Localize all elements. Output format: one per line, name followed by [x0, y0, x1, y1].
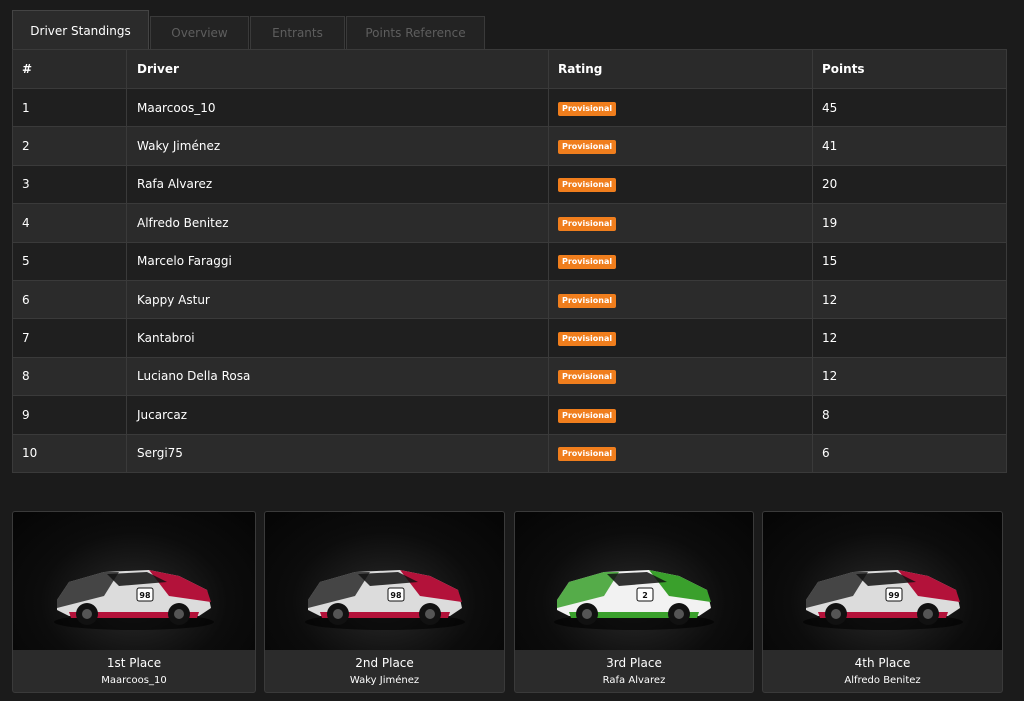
row-driver[interactable]: Marcelo Faraggi	[126, 242, 549, 281]
row-pos: 6	[12, 280, 127, 320]
podium-driver-name: Rafa Alvarez	[602, 675, 666, 686]
row-points: 12	[812, 318, 1007, 358]
rating-badge: Provisional	[558, 293, 617, 308]
race-car-icon: 98	[49, 552, 219, 636]
row-driver[interactable]: Kantabroi	[126, 318, 549, 358]
row-rating: Provisional	[548, 434, 813, 473]
podium-car-image: 2	[515, 512, 753, 650]
table-header-row: # Driver Rating Points	[12, 49, 1007, 89]
table-row[interactable]: 8 Luciano Della Rosa Provisional 12	[12, 357, 1007, 397]
row-driver[interactable]: Alfredo Benitez	[126, 203, 549, 243]
race-car-icon: 2	[549, 552, 719, 636]
rating-badge: Provisional	[558, 140, 617, 155]
row-pos: 9	[12, 395, 127, 435]
row-driver[interactable]: Jucarcaz	[126, 395, 549, 435]
row-rating: Provisional	[548, 165, 813, 205]
header-pos[interactable]: #	[12, 49, 127, 89]
row-rating: Provisional	[548, 242, 813, 281]
rating-badge: Provisional	[558, 178, 617, 193]
podium-place: 1st Place	[106, 656, 162, 670]
row-pos: 5	[12, 242, 127, 281]
rating-badge: Provisional	[558, 101, 617, 116]
podium-driver-name: Alfredo Benitez	[844, 675, 921, 686]
row-driver[interactable]: Luciano Della Rosa	[126, 357, 549, 397]
svg-text:98: 98	[390, 591, 402, 600]
row-rating: Provisional	[548, 88, 813, 128]
header-rating[interactable]: Rating	[548, 49, 813, 89]
tab-driver-standings[interactable]: Driver Standings	[12, 10, 149, 50]
podium-caption: 3rd Place Rafa Alvarez	[515, 650, 753, 692]
standings-table: # Driver Rating Points 1 Maarcoos_10 Provi…	[12, 49, 1007, 473]
podium-card[interactable]: 99 4th Place Alfredo Benitez	[762, 511, 1003, 693]
row-pos: 2	[12, 126, 127, 166]
row-points: 12	[812, 280, 1007, 320]
race-car-icon: 99	[798, 552, 968, 636]
row-pos: 4	[12, 203, 127, 243]
row-rating: Provisional	[548, 318, 813, 358]
row-rating: Provisional	[548, 395, 813, 435]
tab-entrants[interactable]: Entrants	[250, 16, 345, 49]
table-row[interactable]: 3 Rafa Alvarez Provisional 20	[12, 165, 1007, 205]
table-row[interactable]: 7 Kantabroi Provisional 12	[12, 318, 1007, 358]
table-row[interactable]: 1 Maarcoos_10 Provisional 45	[12, 88, 1007, 128]
row-driver[interactable]: Rafa Alvarez	[126, 165, 549, 205]
podium-place: 3rd Place	[606, 656, 662, 670]
rating-badge: Provisional	[558, 216, 617, 231]
row-points: 6	[812, 434, 1007, 473]
podium-caption: 4th Place Alfredo Benitez	[763, 650, 1002, 692]
row-points: 20	[812, 165, 1007, 205]
row-points: 45	[812, 88, 1007, 128]
row-driver[interactable]: Sergi75	[126, 434, 549, 473]
podium-card[interactable]: 2 3rd Place Rafa Alvarez	[514, 511, 754, 693]
row-pos: 8	[12, 357, 127, 397]
row-pos: 10	[12, 434, 127, 473]
table-row[interactable]: 4 Alfredo Benitez Provisional 19	[12, 203, 1007, 243]
row-rating: Provisional	[548, 280, 813, 320]
table-row[interactable]: 5 Marcelo Faraggi Provisional 15	[12, 242, 1007, 281]
podium-caption: 1st Place Maarcoos_10	[13, 650, 255, 692]
tab-bar: Driver Standings Overview Entrants Point…	[12, 10, 1007, 50]
rating-badge: Provisional	[558, 408, 617, 423]
svg-text:98: 98	[139, 591, 151, 600]
row-driver[interactable]: Waky Jiménez	[126, 126, 549, 166]
podium-place: 2nd Place	[355, 656, 414, 670]
podium-card[interactable]: 98 1st Place Maarcoos_10	[12, 511, 256, 693]
table-row[interactable]: 2 Waky Jiménez Provisional 41	[12, 126, 1007, 166]
rating-badge: Provisional	[558, 332, 617, 347]
tab-points-reference[interactable]: Points Reference	[346, 16, 485, 49]
podium-car-image: 99	[763, 512, 1002, 650]
podium-car-image: 98	[13, 512, 255, 650]
row-points: 19	[812, 203, 1007, 243]
row-points: 8	[812, 395, 1007, 435]
rating-badge: Provisional	[558, 255, 617, 270]
row-pos: 3	[12, 165, 127, 205]
row-driver[interactable]: Maarcoos_10	[126, 88, 549, 128]
podium-place: 4th Place	[854, 656, 911, 670]
row-pos: 1	[12, 88, 127, 128]
row-rating: Provisional	[548, 203, 813, 243]
table-row[interactable]: 6 Kappy Astur Provisional 12	[12, 280, 1007, 320]
podium-car-image: 98	[265, 512, 504, 650]
podium-driver-name: Maarcoos_10	[101, 675, 167, 686]
header-driver[interactable]: Driver	[126, 49, 549, 89]
rating-badge: Provisional	[558, 447, 617, 462]
row-pos: 7	[12, 318, 127, 358]
podium-caption: 2nd Place Waky Jiménez	[265, 650, 504, 692]
row-points: 41	[812, 126, 1007, 166]
race-car-icon: 98	[300, 552, 470, 636]
tab-overview[interactable]: Overview	[150, 16, 249, 49]
rating-badge: Provisional	[558, 370, 617, 385]
podium-card[interactable]: 98 2nd Place Waky Jiménez	[264, 511, 505, 693]
svg-text:99: 99	[888, 591, 900, 600]
table-row[interactable]: 9 Jucarcaz Provisional 8	[12, 395, 1007, 435]
row-rating: Provisional	[548, 357, 813, 397]
row-points: 15	[812, 242, 1007, 281]
table-row[interactable]: 10 Sergi75 Provisional 6	[12, 434, 1007, 473]
podium-driver-name: Waky Jiménez	[349, 675, 420, 686]
svg-text:2: 2	[642, 591, 648, 600]
row-rating: Provisional	[548, 126, 813, 166]
row-points: 12	[812, 357, 1007, 397]
row-driver[interactable]: Kappy Astur	[126, 280, 549, 320]
header-points[interactable]: Points	[812, 49, 1007, 89]
